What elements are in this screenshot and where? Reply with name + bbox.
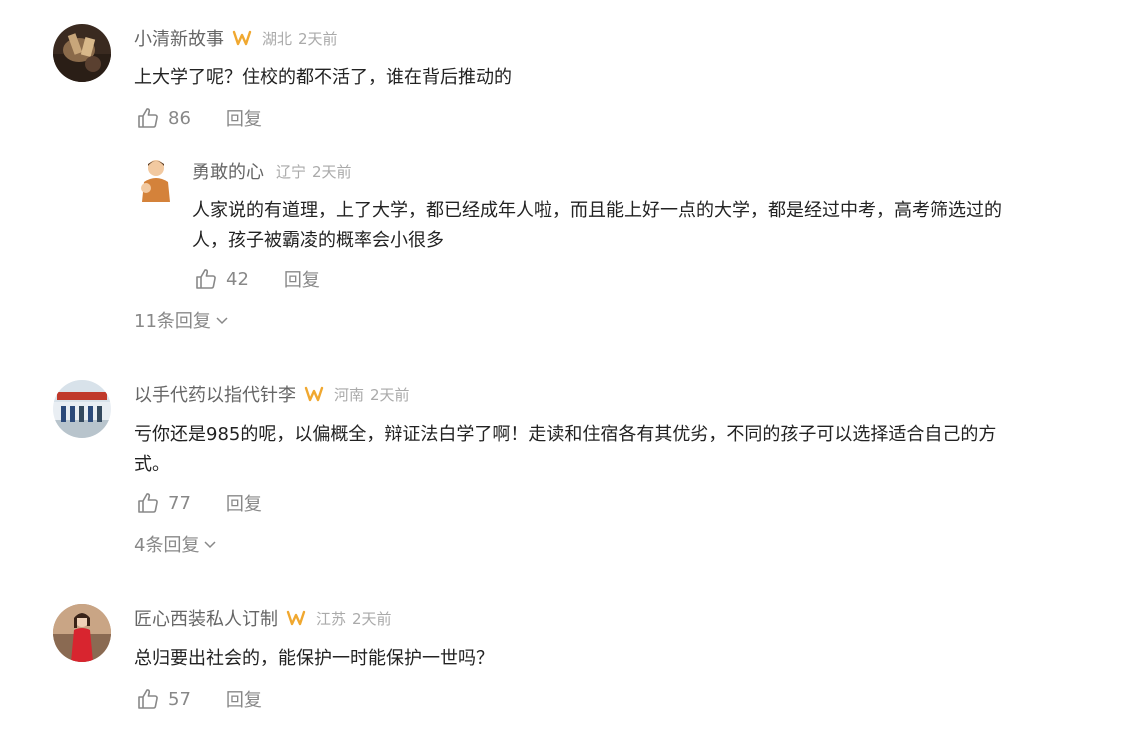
timestamp: 2天前 (352, 609, 392, 628)
chevron-down-icon (211, 313, 229, 327)
comment-text-line: 式。 (134, 454, 170, 475)
like-count: 57 (168, 688, 191, 710)
thumbs-up-icon (136, 687, 160, 711)
avatar[interactable] (53, 380, 111, 438)
like-count: 86 (168, 107, 191, 129)
reply-text: 人家说的有道理，上了大学，都已经成年人啦，而且能上好一点的大学，都是经过中考，高… (192, 196, 1002, 256)
reply-button[interactable]: 回复 (226, 105, 262, 131)
more-replies-button[interactable]: 4条回复 (134, 531, 217, 557)
timestamp: 2天前 (312, 162, 352, 181)
thumbs-up-icon (194, 267, 218, 291)
reply-button[interactable]: 回复 (226, 490, 262, 516)
more-replies-button[interactable]: 11条回复 (134, 307, 229, 333)
comment-text: 总归要出社会的，能保护一时能保护一世吗？ (134, 644, 494, 674)
username[interactable]: 匠心西装私人订制 (134, 605, 278, 631)
reply-text-line: 人，孩子被霸凌的概率会小很多 (192, 230, 444, 251)
comment-meta: 湖北 2天前 (262, 28, 338, 49)
comment-text: 上大学了呢？住校的都不活了，谁在背后推动的 (134, 63, 512, 93)
comment-text-line: 亏你还是985的呢，以偏概全，辩证法白学了啊！走读和住宿各有其优劣，不同的孩子可… (134, 424, 997, 445)
comment-text: 亏你还是985的呢，以偏概全，辩证法白学了啊！走读和住宿各有其优劣，不同的孩子可… (134, 420, 996, 480)
comment-text-line: 上大学了呢？住校的都不活了，谁在背后推动的 (134, 67, 512, 88)
avatar[interactable] (134, 156, 174, 202)
like-button[interactable]: 86 (136, 106, 191, 130)
more-replies-label: 11条回复 (134, 311, 211, 332)
vip-badge-icon (232, 29, 252, 47)
like-count: 42 (226, 268, 249, 290)
avatar[interactable] (53, 24, 111, 82)
location: 辽宁 (276, 162, 307, 181)
username[interactable]: 勇敢的心 (192, 158, 264, 184)
like-button[interactable]: 77 (136, 491, 191, 515)
comment-meta: 河南 2天前 (334, 384, 410, 405)
more-replies-label: 4条回复 (134, 535, 200, 556)
comment-meta: 辽宁 2天前 (276, 161, 352, 182)
timestamp: 2天前 (298, 29, 338, 48)
location: 湖北 (262, 29, 293, 48)
vip-badge-icon (304, 385, 324, 403)
location: 江苏 (316, 609, 347, 628)
location: 河南 (334, 385, 365, 404)
thumbs-up-icon (136, 106, 160, 130)
reply-button[interactable]: 回复 (284, 266, 320, 292)
reply-text-line: 人家说的有道理，上了大学，都已经成年人啦，而且能上好一点的大学，都是经过中考，高… (192, 200, 1002, 221)
avatar[interactable] (53, 604, 111, 662)
chevron-down-icon (199, 537, 217, 551)
thumbs-up-icon (136, 491, 160, 515)
timestamp: 2天前 (370, 385, 410, 404)
like-button[interactable]: 42 (194, 267, 249, 291)
username[interactable]: 小清新故事 (134, 25, 224, 51)
reply-button[interactable]: 回复 (226, 686, 262, 712)
comment-text-line: 总归要出社会的，能保护一时能保护一世吗？ (134, 648, 494, 669)
vip-badge-icon (286, 609, 306, 627)
like-count: 77 (168, 492, 191, 514)
like-button[interactable]: 57 (136, 687, 191, 711)
username[interactable]: 以手代药以指代针李 (134, 381, 296, 407)
comment-meta: 江苏 2天前 (316, 608, 392, 629)
